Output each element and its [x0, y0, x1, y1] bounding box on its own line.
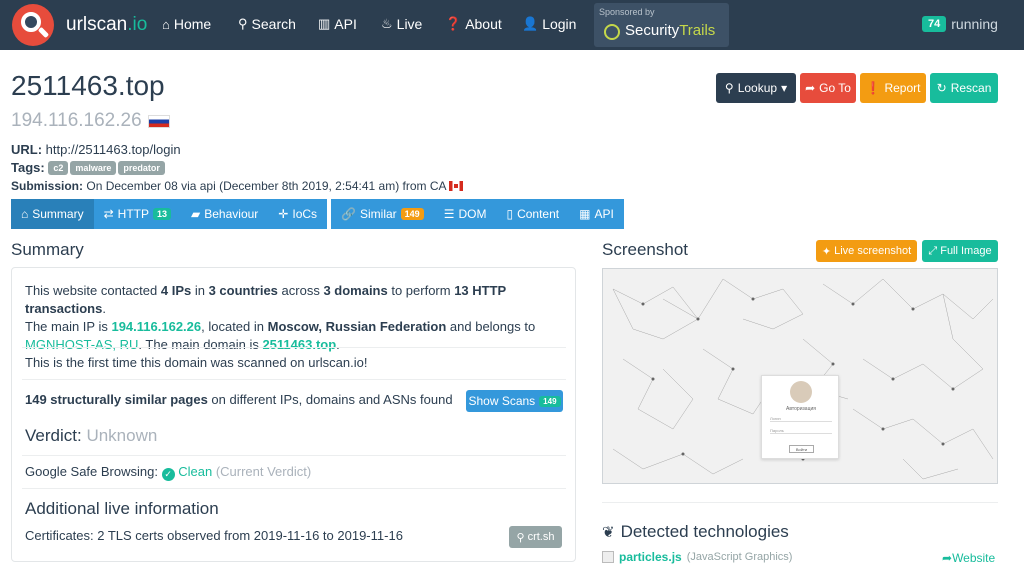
- technology-website-link[interactable]: ➦Website: [942, 551, 995, 565]
- nav-home[interactable]: ⌂ Home: [162, 16, 211, 32]
- nav-about[interactable]: ❓ About: [445, 16, 502, 32]
- asn-link[interactable]: MGNHOST-AS, RU: [25, 337, 138, 352]
- leaf-icon: ❦: [602, 524, 615, 541]
- certificates-text: Certificates: 2 TLS certs observed from …: [25, 528, 403, 543]
- screenshot-heading: Screenshot: [602, 240, 688, 259]
- summary-stats-text: This website contacted 4 IPs in 3 countr…: [25, 283, 536, 352]
- tab-dom[interactable]: ☰ DOM: [433, 199, 497, 229]
- russia-flag-icon: [147, 114, 170, 128]
- summary-panel: This website contacted 4 IPs in 3 countr…: [11, 267, 576, 562]
- main-ip: 194.116.162.26: [11, 110, 170, 132]
- running-count-badge: 74: [922, 16, 947, 32]
- securitytrails-logo-icon: [604, 24, 620, 40]
- search-icon: ⚲: [238, 16, 248, 31]
- share-icon: ➦: [942, 551, 953, 565]
- sponsor-banner[interactable]: Sponsored by SecurityTrails: [594, 3, 729, 47]
- additional-info-heading: Additional live information: [25, 499, 219, 518]
- rescan-button[interactable]: ↻ Rescan: [930, 73, 998, 103]
- result-tabs: ⌂ Summary ⇄ HTTP 13 ▰ Behaviour ✛ IoCs 🔗 Simil…: [11, 199, 624, 229]
- exchange-icon: ⇄: [103, 207, 114, 221]
- urlscan-logo-icon[interactable]: [12, 4, 54, 46]
- list-icon: ☰: [443, 207, 455, 221]
- phishing-login-card: Авторизация Логин Пароль Войти: [761, 375, 839, 459]
- nav-live[interactable]: ♨ Live: [381, 16, 422, 32]
- link-icon: 🔗: [341, 207, 356, 221]
- live-screenshot-button[interactable]: ✦ Live screenshot: [816, 240, 917, 262]
- crosshairs-icon: ✛: [278, 207, 289, 221]
- nav-api[interactable]: ▥ API: [318, 16, 357, 32]
- nav-search[interactable]: ⚲ Search: [238, 16, 296, 32]
- tag-badge[interactable]: malware: [70, 161, 117, 175]
- nav-login[interactable]: 👤 Login: [522, 16, 576, 32]
- question-circle-icon: ❓: [445, 16, 462, 31]
- url-line: URL: http://2511463.top/login: [11, 142, 181, 157]
- similar-pages-text: 149 structurally similar pages on differ…: [25, 392, 453, 407]
- scanned-url: http://2511463.top/login: [45, 142, 181, 157]
- technology-item: particles.js (JavaScript Graphics): [602, 550, 792, 564]
- comment-icon: ▰: [191, 207, 201, 221]
- page-screenshot[interactable]: Авторизация Логин Пароль Войти: [602, 268, 998, 484]
- goto-button[interactable]: ➦ Go To: [800, 73, 856, 103]
- barcode-icon: ▥: [318, 16, 331, 31]
- brand-link[interactable]: urlscan.io: [66, 14, 147, 36]
- grid-icon: ▦: [579, 207, 591, 221]
- tab-http[interactable]: ⇄ HTTP 13: [93, 199, 182, 229]
- broken-image-icon: [602, 551, 614, 563]
- exclamation-circle-icon: ❗: [865, 81, 881, 95]
- file-icon: ▯: [506, 207, 514, 221]
- tags-line: Tags: c2 malware predator: [11, 160, 167, 175]
- tab-summary[interactable]: ⌂ Summary: [11, 199, 94, 229]
- main-ip-link[interactable]: 194.116.162.26: [111, 319, 201, 334]
- refresh-icon: ↻: [936, 81, 947, 95]
- detected-technologies-heading: ❦ Detected technologies: [602, 522, 789, 541]
- tab-behaviour[interactable]: ▰ Behaviour: [181, 199, 269, 229]
- home-icon: ⌂: [162, 16, 170, 32]
- check-circle-icon: ✓: [161, 468, 175, 481]
- verdict: Verdict: Unknown: [25, 426, 158, 445]
- main-domain-link[interactable]: 2511463.top: [262, 337, 336, 352]
- home-icon: ⌂: [21, 207, 29, 221]
- submission-line: Submission: On December 08 via api (Dece…: [11, 179, 464, 193]
- lookup-button[interactable]: ⚲ Lookup ▾: [716, 73, 796, 103]
- search-icon: ⚲: [724, 81, 734, 95]
- tab-similar[interactable]: 🔗 Similar 149: [331, 199, 434, 229]
- expand-icon: ⤢: [928, 244, 938, 257]
- tab-api[interactable]: ▦ API: [569, 199, 624, 229]
- tag-badge[interactable]: predator: [118, 161, 165, 175]
- share-icon: ➦: [805, 81, 816, 95]
- show-scans-button[interactable]: Show Scans 149: [466, 390, 563, 412]
- first-scan-notice: This is the first time this domain was s…: [25, 355, 368, 370]
- running-indicator[interactable]: 74 running: [922, 16, 998, 32]
- google-safe-browsing: Google Safe Browsing: ✓ Clean (Current V…: [25, 464, 312, 481]
- technology-name-link[interactable]: particles.js: [619, 550, 682, 564]
- summary-heading: Summary: [11, 240, 84, 259]
- canada-flag-icon: [449, 181, 464, 191]
- tab-iocs[interactable]: ✛ IoCs: [268, 199, 328, 229]
- bolt-icon: ✦: [821, 245, 832, 258]
- crtsh-button[interactable]: ⚲ crt.sh: [509, 526, 562, 548]
- fire-icon: ♨: [381, 16, 393, 31]
- navbar: urlscan.io ⌂ Home ⚲ Search ▥ API ♨ Live ❓ Abo…: [0, 0, 1024, 50]
- search-icon: ⚲: [516, 531, 525, 544]
- tab-content[interactable]: ▯ Content: [496, 199, 570, 229]
- user-icon: 👤: [522, 16, 539, 31]
- full-image-button[interactable]: ⤢ Full Image: [922, 240, 998, 262]
- report-button[interactable]: ❗ Report: [860, 73, 926, 103]
- caret-down-icon: ▾: [781, 81, 788, 95]
- tag-badge[interactable]: c2: [48, 161, 69, 175]
- avatar-icon: [790, 381, 812, 403]
- page-title: 2511463.top: [11, 70, 165, 101]
